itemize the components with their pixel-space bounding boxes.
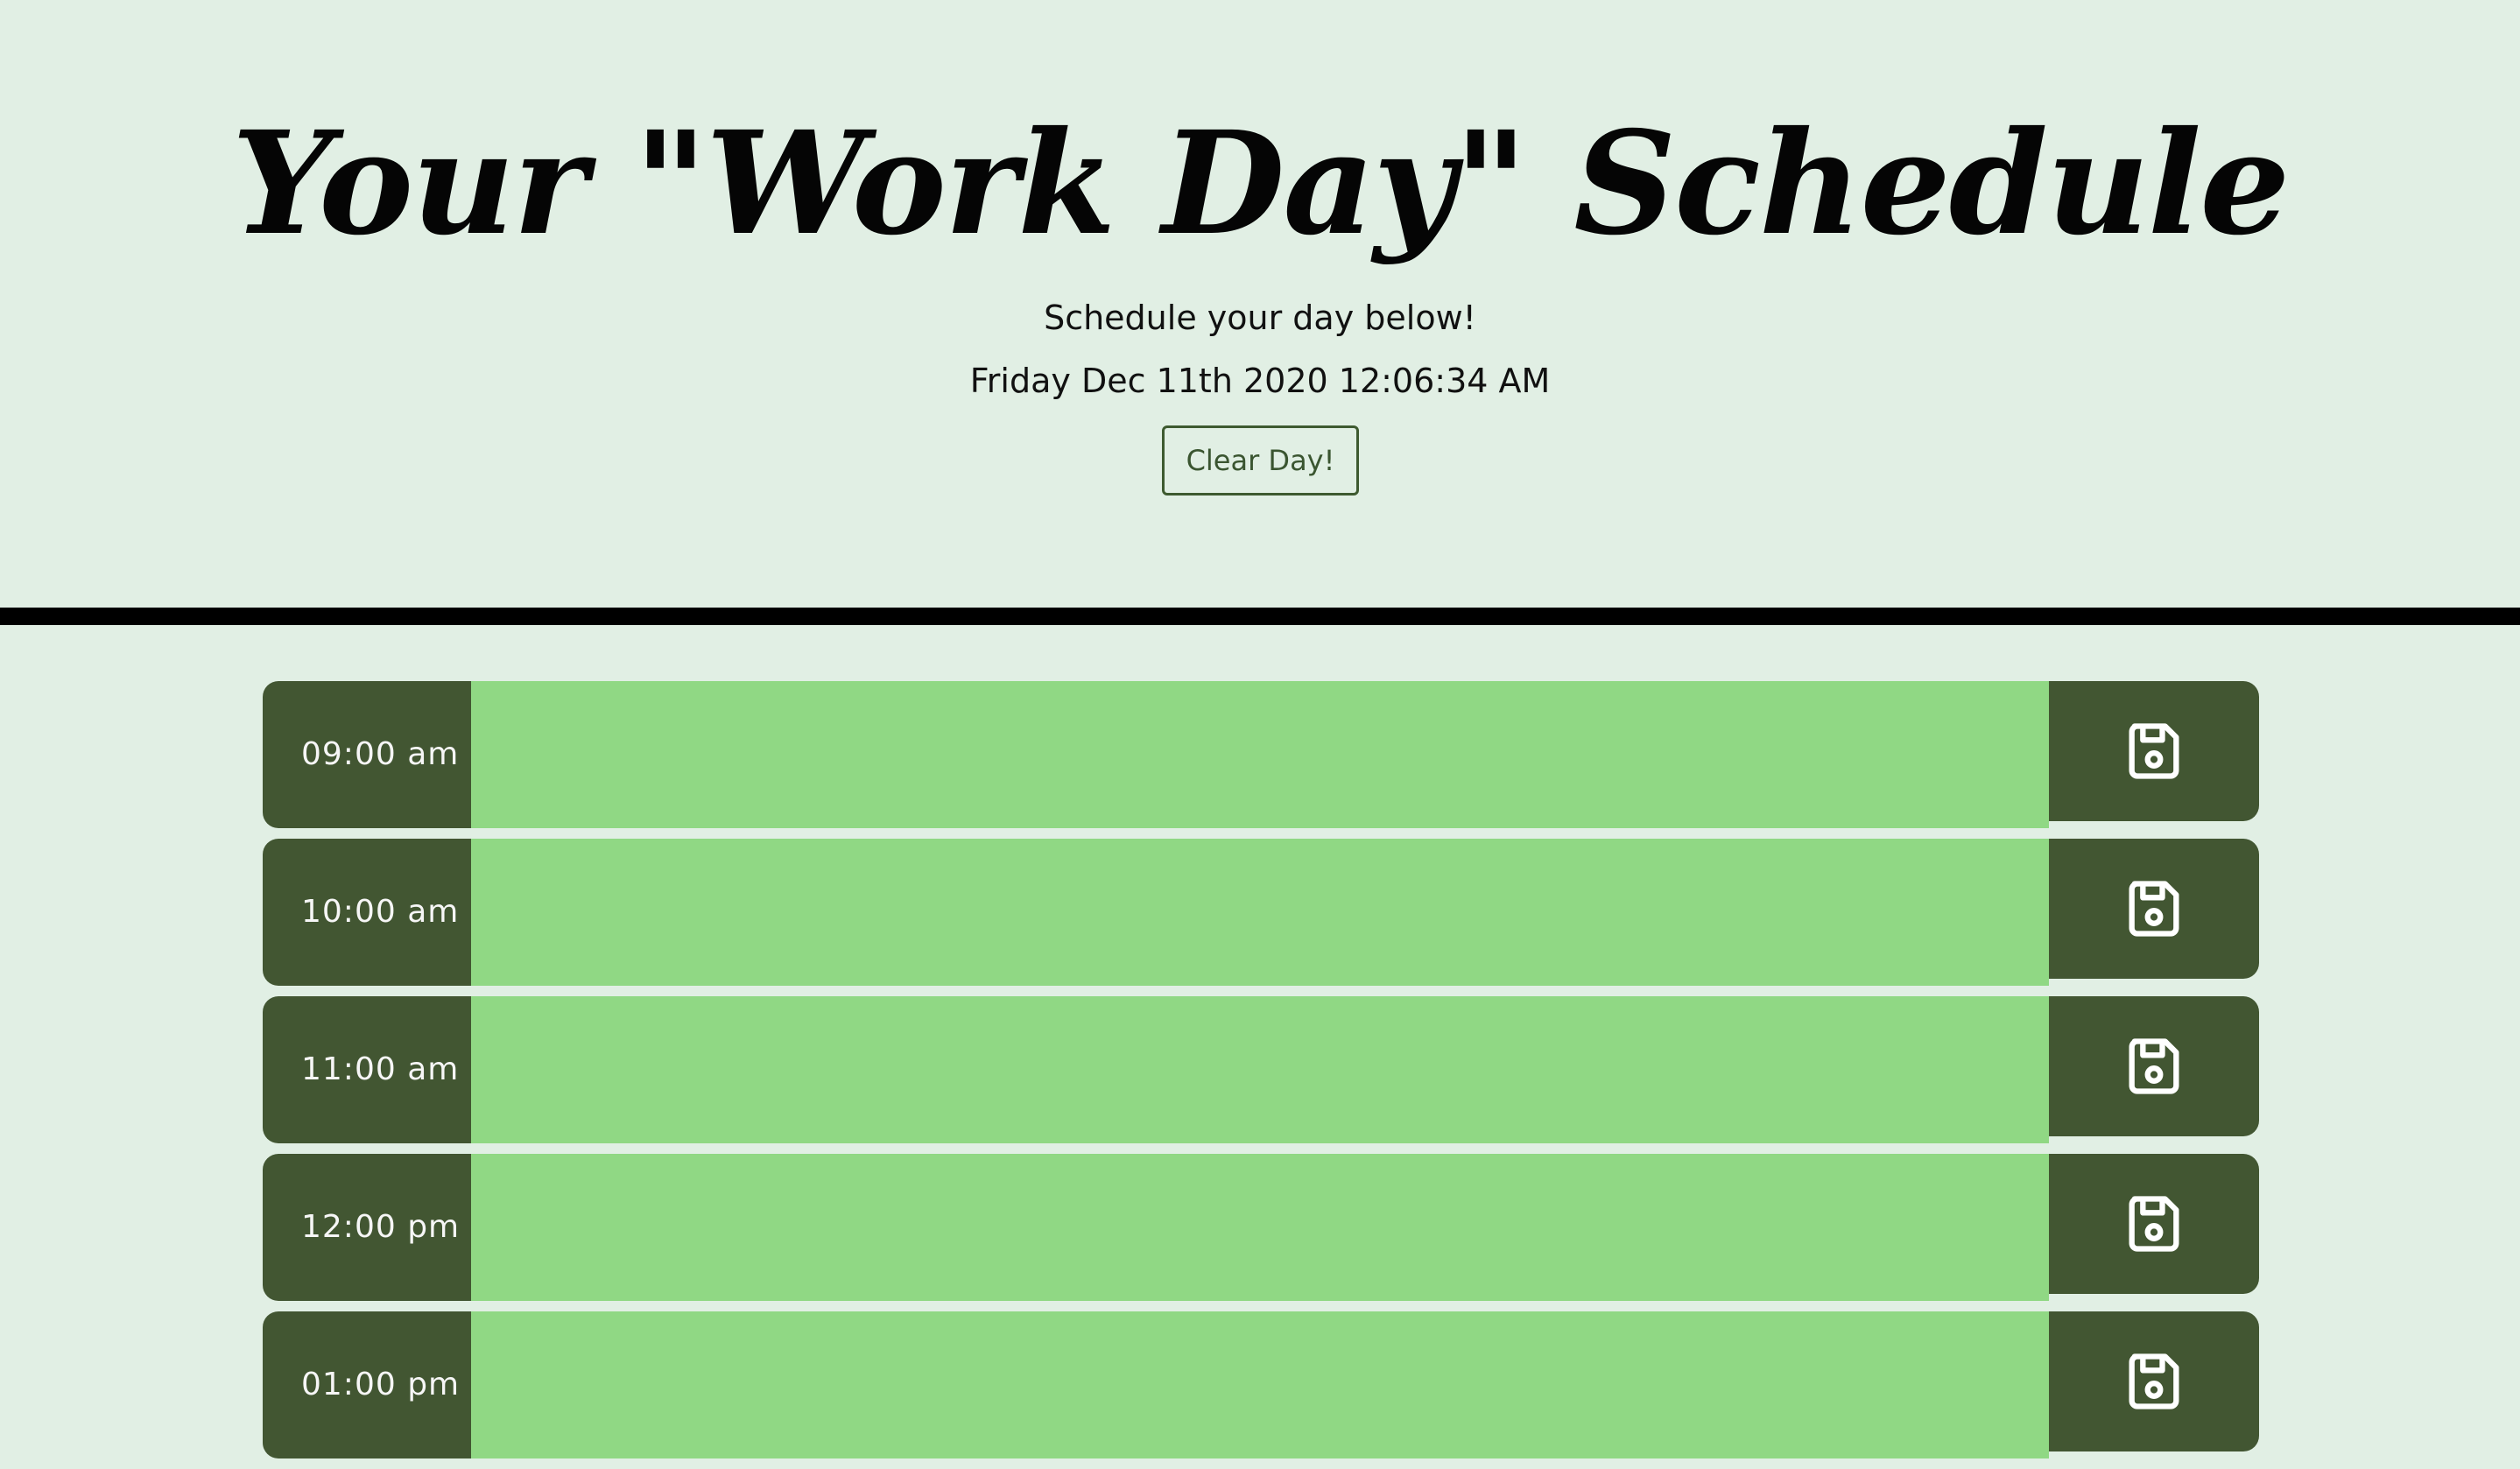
floppy-disk-icon [2129, 1353, 2179, 1409]
task-input[interactable] [471, 1154, 2049, 1301]
task-input[interactable] [471, 1311, 2049, 1458]
time-block-row: 12:00 pm [263, 1154, 2259, 1301]
floppy-disk-icon [2129, 723, 2179, 779]
current-datetime: Friday Dec 11th 2020 12:06:34 AM [969, 362, 1551, 400]
floppy-disk-icon [2129, 1038, 2179, 1094]
time-block-row: 01:00 pm [263, 1311, 2259, 1458]
hour-label: 01:00 pm [263, 1311, 471, 1458]
task-input[interactable] [471, 996, 2049, 1143]
clear-day-button[interactable]: Clear Day! [1162, 425, 1359, 496]
schedule-list: 09:00 am 10:00 am 11:00 am 12:00 pm 01:0… [263, 681, 2259, 1469]
save-button[interactable] [2049, 1154, 2259, 1294]
page-header: Your "Work Day" Schedule Schedule your d… [0, 0, 2520, 608]
page-subtitle: Schedule your day below! [1044, 299, 1476, 337]
time-block-row: 11:00 am [263, 996, 2259, 1143]
floppy-disk-icon [2129, 881, 2179, 937]
time-block-row: 10:00 am [263, 839, 2259, 986]
task-input[interactable] [471, 839, 2049, 986]
save-button[interactable] [2049, 839, 2259, 979]
header-divider [0, 608, 2520, 625]
save-button[interactable] [2049, 1311, 2259, 1451]
hour-label: 11:00 am [263, 996, 471, 1143]
save-button[interactable] [2049, 681, 2259, 821]
save-button[interactable] [2049, 996, 2259, 1136]
hour-label: 12:00 pm [263, 1154, 471, 1301]
floppy-disk-icon [2129, 1196, 2179, 1252]
hour-label: 10:00 am [263, 839, 471, 986]
task-input[interactable] [471, 681, 2049, 828]
hour-label: 09:00 am [263, 681, 471, 828]
time-block-row: 09:00 am [263, 681, 2259, 828]
page-title: Your "Work Day" Schedule [231, 101, 2291, 267]
